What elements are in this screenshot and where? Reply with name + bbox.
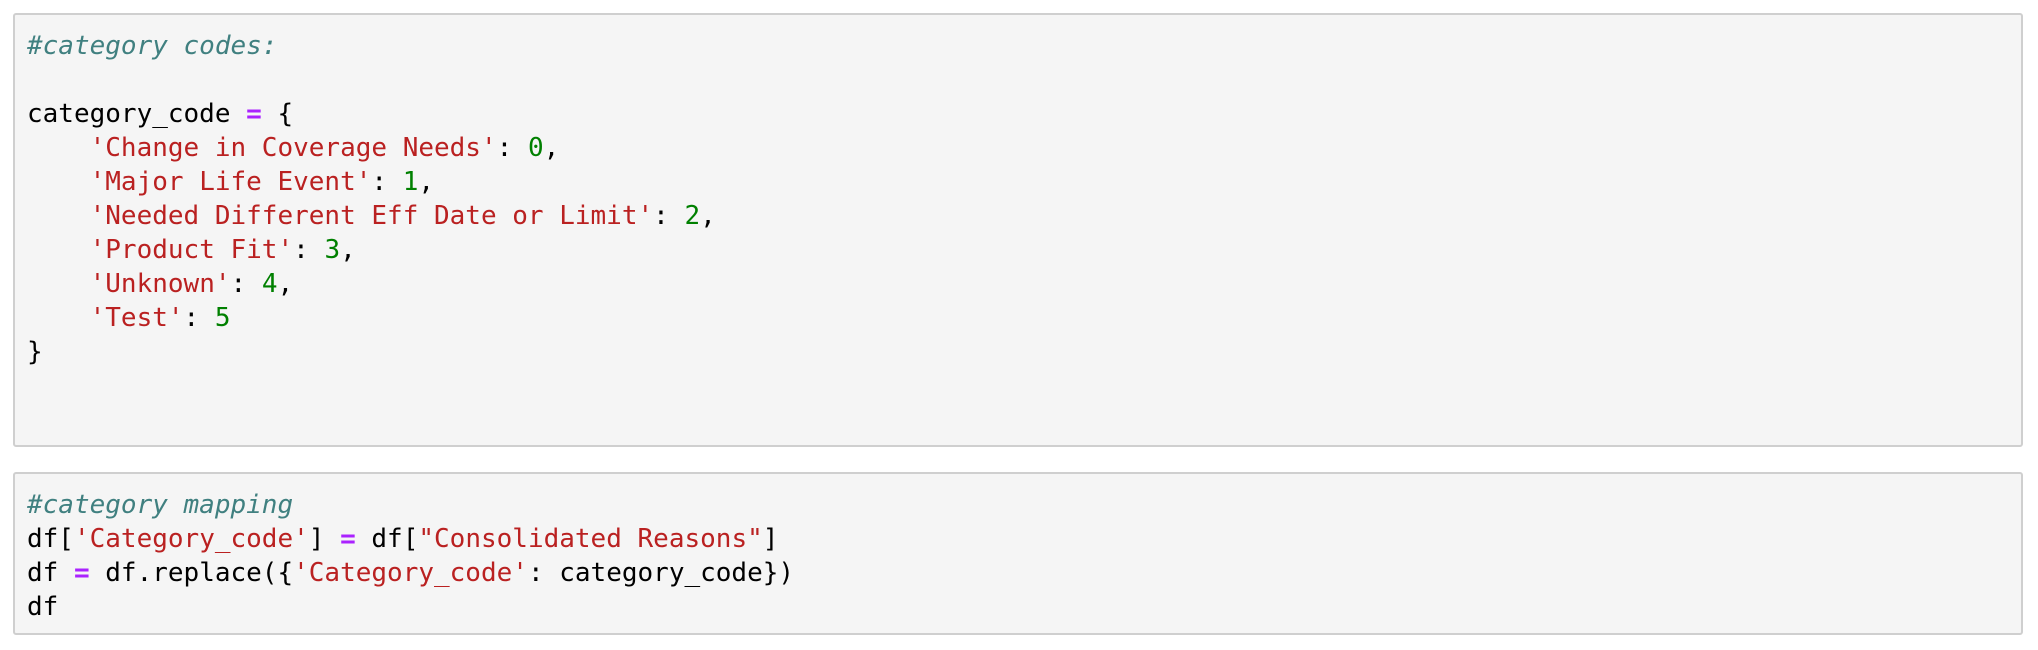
string-token: 'Change in Coverage Needs'	[89, 133, 497, 163]
code-token: :	[293, 235, 325, 265]
code-token: df[	[355, 524, 419, 554]
code-cell-category-codes[interactable]: #category codes: category_code = { 'Chang…	[13, 13, 2023, 447]
comment-token: #category codes:	[27, 31, 278, 61]
code-token: df	[27, 558, 74, 588]
code-token: :	[496, 133, 528, 163]
number-token: 5	[214, 303, 231, 333]
code-line: 'Test': 5	[27, 301, 716, 335]
code-token: ]	[308, 524, 341, 554]
code-editor[interactable]: #category codes: category_code = { 'Chang…	[27, 29, 716, 369]
string-token: 'Test'	[89, 303, 184, 333]
code-line: 'Change in Coverage Needs': 0,	[27, 131, 716, 165]
number-token: 3	[324, 235, 341, 265]
code-line: 'Major Life Event': 1,	[27, 165, 716, 199]
string-token: 'Major Life Event'	[89, 167, 372, 197]
code-line: #category codes:	[27, 29, 716, 63]
code-editor[interactable]: #category mapping df['Category_code'] = d…	[27, 488, 794, 624]
code-token: }	[27, 337, 43, 367]
number-token: 2	[684, 201, 701, 231]
number-token: 4	[261, 269, 278, 299]
code-line: 'Unknown': 4,	[27, 267, 716, 301]
code-token: :	[653, 201, 685, 231]
comment-token: #category mapping	[27, 490, 294, 520]
code-token: ,	[277, 269, 294, 299]
notebook: #category codes: category_code = { 'Chang…	[0, 0, 2038, 650]
string-token: "Consolidated Reasons"	[418, 524, 763, 554]
code-token: df[	[27, 524, 74, 554]
code-line: #category mapping	[27, 488, 794, 522]
code-line: df['Category_code'] = df["Consolidated R…	[27, 522, 794, 556]
code-token: ]	[762, 524, 779, 554]
number-token: 1	[402, 167, 419, 197]
operator-token: =	[73, 558, 90, 588]
operator-token: =	[246, 99, 262, 129]
code-cell-category-mapping[interactable]: #category mapping df['Category_code'] = d…	[13, 472, 2023, 635]
code-line: 'Product Fit': 3,	[27, 233, 716, 267]
string-token: 'Needed Different Eff Date or Limit'	[89, 201, 654, 231]
string-token: 'Category_code'	[293, 558, 528, 588]
string-token: 'Product Fit'	[89, 235, 294, 265]
code-token: df	[27, 592, 59, 622]
code-token: : category_code})	[527, 558, 795, 588]
code-line: 'Needed Different Eff Date or Limit': 2,	[27, 199, 716, 233]
code-token: df.replace({	[89, 558, 294, 588]
code-token: :	[371, 167, 403, 197]
code-token: ,	[700, 201, 716, 231]
code-token: :	[183, 303, 215, 333]
code-token: ,	[340, 235, 356, 265]
code-line: }	[27, 335, 716, 369]
string-token: 'Unknown'	[89, 269, 231, 299]
code-token: ,	[418, 167, 435, 197]
code-token: category_code	[27, 99, 247, 129]
operator-token: =	[340, 524, 356, 554]
string-token: 'Category_code'	[73, 524, 309, 554]
code-line: df	[27, 590, 794, 624]
code-token: ,	[543, 133, 560, 163]
code-line: category_code = {	[27, 97, 716, 131]
number-token: 0	[527, 133, 544, 163]
code-token: {	[261, 99, 294, 129]
code-line: df = df.replace({'Category_code': catego…	[27, 556, 794, 590]
code-token: :	[230, 269, 262, 299]
